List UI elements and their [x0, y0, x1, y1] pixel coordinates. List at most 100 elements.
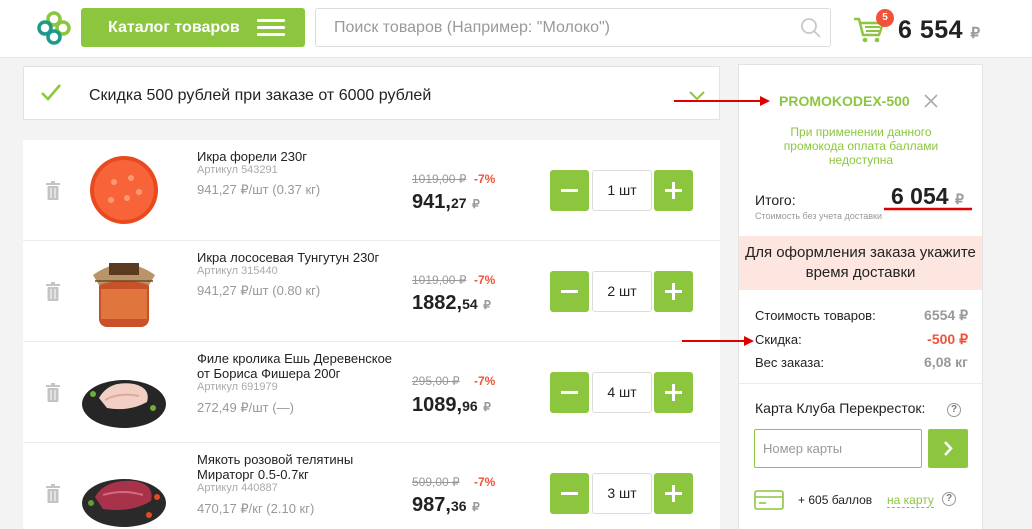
menu-icon [257, 19, 285, 37]
cart-total[interactable]: 6 554 ₽ [898, 16, 981, 45]
price-kopecks: 36 [450, 498, 467, 514]
logo-icon[interactable] [36, 10, 72, 46]
card-number-input[interactable] [755, 430, 915, 467]
promo-code: PROMOKODEX-500 [779, 93, 910, 109]
product-name-text: Икра форели 230г [197, 149, 307, 164]
quantity-field[interactable]: 3 шт [592, 473, 652, 514]
goods-cost-value: 6554 ₽ [924, 307, 968, 323]
delivery-warning: Для оформления заказа укажите время дост… [739, 236, 982, 290]
cart-item: Мякоть розовой телятины Мираторг 0.5-0.7… [23, 443, 720, 529]
currency-symbol: ₽ [483, 400, 491, 414]
product-name[interactable]: Филе кролика Ешь Деревенское от Бориса Ф… [197, 351, 397, 394]
increase-quantity-button[interactable] [654, 473, 693, 514]
increase-quantity-button[interactable] [654, 170, 693, 211]
club-card-title: Карта Клуба Перекресток: [755, 400, 926, 416]
cart-total-value: 6 554 [898, 16, 964, 44]
catalog-button[interactable]: Каталог товаров [81, 8, 305, 47]
old-price: 1019,00 ₽ [412, 172, 467, 186]
currency-symbol: ₽ [483, 298, 491, 312]
search-icon[interactable] [800, 17, 822, 39]
price-kopecks: 54 [462, 296, 478, 312]
price-main: 941, [412, 191, 451, 213]
promo-banner[interactable]: Скидка 500 рублей при заказе от 6000 руб… [23, 66, 720, 120]
cart-item: Филе кролика Ешь Деревенское от Бориса Ф… [23, 342, 720, 443]
product-name-text: Икра лососевая Тунгутун 230г [197, 250, 380, 265]
product-sku: Артикул 691979 [197, 381, 278, 393]
product-name[interactable]: Мякоть розовой телятины Мираторг 0.5-0.7… [197, 452, 397, 495]
discount-badge: -7% [474, 172, 496, 186]
total-note: Стоимость без учета доставки [755, 211, 882, 221]
unit-price: 470,17 ₽/кг (2.10 кг) [197, 501, 315, 516]
chevron-down-icon[interactable] [688, 89, 706, 101]
increase-quantity-button[interactable] [654, 372, 693, 413]
product-sku: Артикул 315440 [197, 265, 278, 277]
product-name[interactable]: Икра форели 230г Артикул 543291 [197, 149, 397, 177]
product-image[interactable] [79, 451, 169, 529]
close-icon[interactable] [924, 94, 938, 108]
product-image[interactable] [79, 350, 169, 434]
total-amount: 6 054 [891, 183, 949, 209]
cart-item: Икра лососевая Тунгутун 230г Артикул 315… [23, 241, 720, 342]
cart-item: Икра форели 230г Артикул 543291 941,27 ₽… [23, 140, 720, 241]
price-main: 987, [412, 494, 451, 516]
card-number-field [754, 429, 922, 468]
price-kopecks: 96 [462, 398, 478, 414]
old-price: 1019,00 ₽ [412, 273, 467, 287]
item-price: 1882,54 ₽ [412, 292, 491, 315]
card-submit-button[interactable] [928, 429, 968, 468]
trash-icon[interactable] [45, 282, 61, 301]
help-icon[interactable]: ? [947, 403, 961, 417]
cart-items-list: Икра форели 230г Артикул 543291 941,27 ₽… [23, 140, 720, 529]
item-price: 987,36 ₽ [412, 494, 480, 517]
old-price: 295,00 ₽ [412, 374, 460, 388]
search-input[interactable] [316, 9, 786, 46]
trash-icon[interactable] [45, 181, 61, 200]
total-label: Итого: [755, 192, 796, 208]
decrease-quantity-button[interactable] [550, 271, 589, 312]
old-price: 509,00 ₽ [412, 475, 460, 489]
discount-badge: -7% [474, 374, 496, 388]
currency-symbol: ₽ [472, 500, 480, 514]
product-image[interactable] [79, 249, 169, 333]
cart-count-badge: 5 [876, 9, 894, 27]
quantity-field[interactable]: 4 шт [592, 372, 652, 413]
weight-label: Вес заказа: [755, 355, 825, 370]
currency-symbol: ₽ [472, 197, 480, 211]
discount-badge: -7% [474, 475, 496, 489]
promo-banner-text: Скидка 500 рублей при заказе от 6000 руб… [89, 87, 432, 104]
points-to-card-link[interactable]: на карту [887, 493, 934, 508]
decrease-quantity-button[interactable] [550, 170, 589, 211]
discount-badge: -7% [474, 273, 496, 287]
credit-card-icon [754, 490, 784, 510]
discount-label: Скидка: [755, 332, 802, 347]
weight-value: 6,08 кг [924, 354, 968, 370]
unit-price: 941,27 ₽/шт (0.80 кг) [197, 283, 321, 298]
product-name-text: Филе кролика Ешь Деревенское от Бориса Ф… [197, 351, 393, 381]
decrease-quantity-button[interactable] [550, 473, 589, 514]
product-name[interactable]: Икра лососевая Тунгутун 230г Артикул 315… [197, 250, 397, 278]
product-name-text: Мякоть розовой телятины Мираторг 0.5-0.7… [197, 452, 354, 482]
trash-icon[interactable] [45, 383, 61, 402]
checkmark-icon [41, 84, 61, 101]
header: Каталог товаров 5 6 554 ₽ [0, 0, 1032, 58]
product-image[interactable] [79, 148, 169, 232]
price-main: 1882, [412, 292, 463, 314]
order-summary-sidebar: PROMOKODEX-500 При применении данного пр… [738, 64, 983, 529]
item-price: 941,27 ₽ [412, 191, 480, 214]
currency-symbol: ₽ [970, 25, 981, 42]
increase-quantity-button[interactable] [654, 271, 693, 312]
discount-value: -500 ₽ [927, 331, 968, 347]
chevron-right-icon [944, 441, 953, 456]
unit-price: 941,27 ₽/шт (0.37 кг) [197, 182, 321, 197]
decrease-quantity-button[interactable] [550, 372, 589, 413]
help-icon[interactable]: ? [942, 492, 956, 506]
price-kopecks: 27 [450, 195, 467, 211]
quantity-field[interactable]: 2 шт [592, 271, 652, 312]
product-sku: Артикул 543291 [197, 164, 278, 176]
currency-symbol: ₽ [954, 192, 964, 207]
points-text: + 605 баллов [798, 493, 873, 507]
quantity-field[interactable]: 1 шт [592, 170, 652, 211]
total-value: 6 054 ₽ [891, 183, 964, 210]
trash-icon[interactable] [45, 484, 61, 503]
search-bar [315, 8, 831, 47]
